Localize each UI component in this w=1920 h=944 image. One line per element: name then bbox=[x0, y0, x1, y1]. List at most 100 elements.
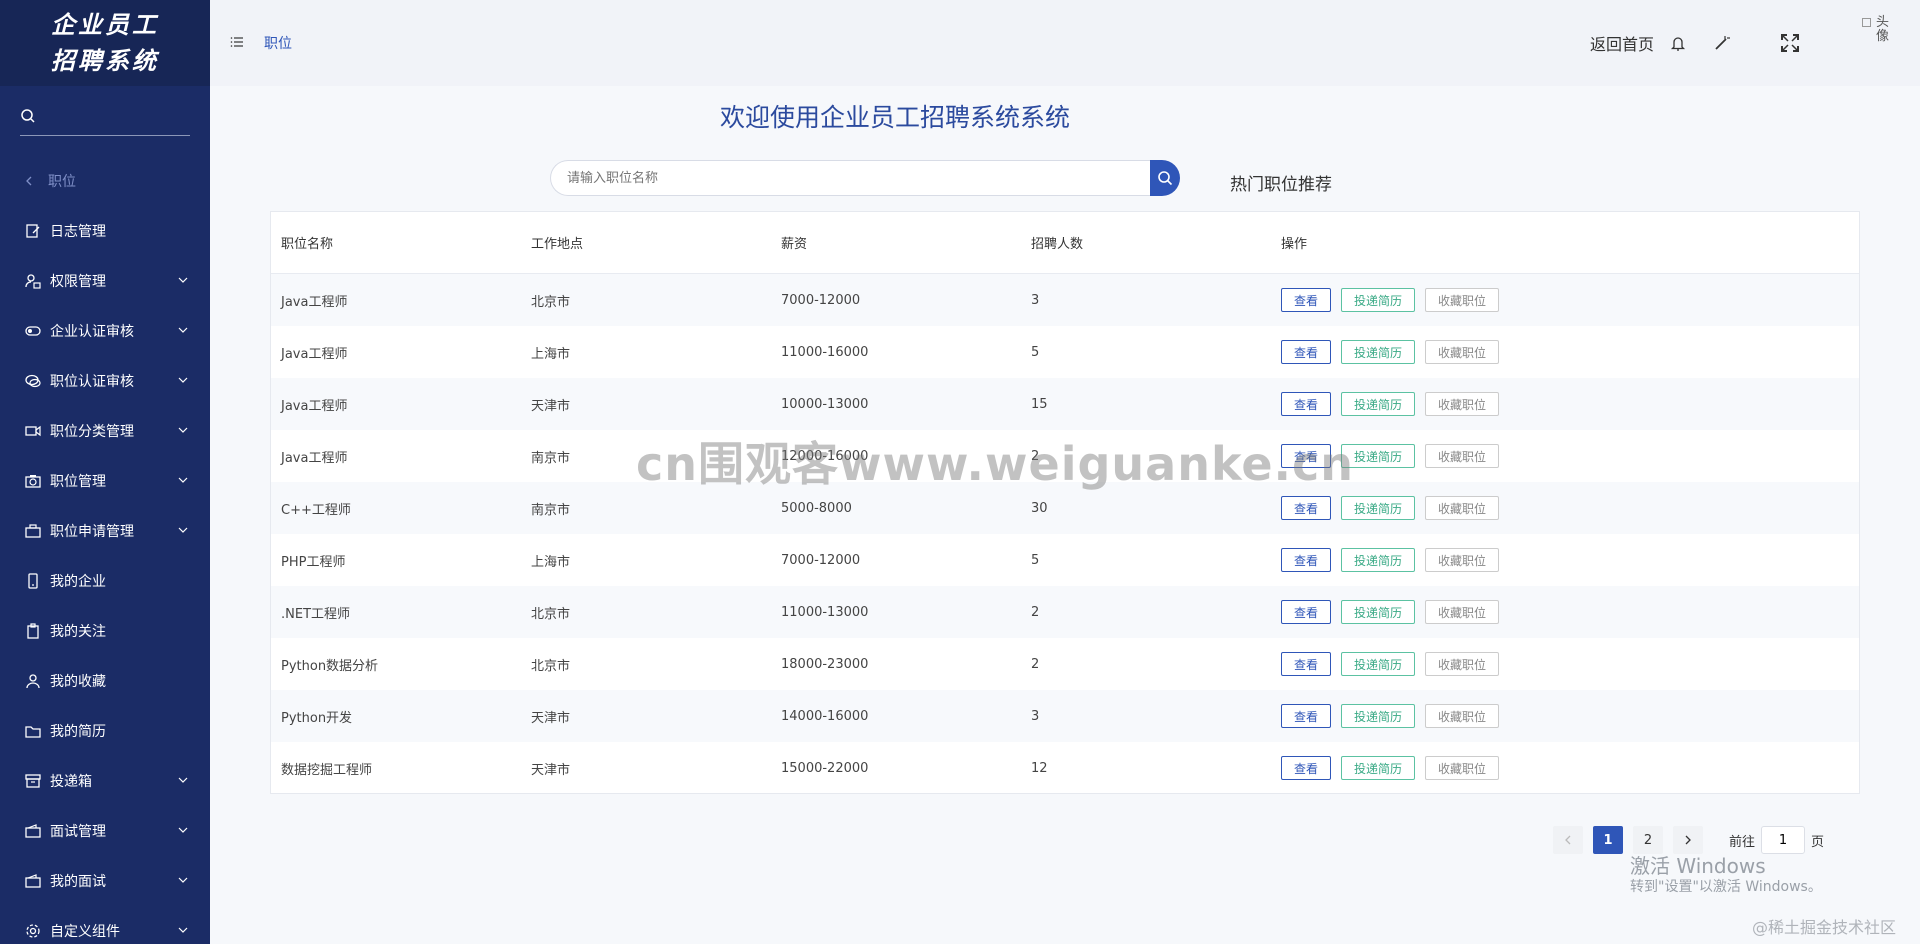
cell-salary: 15000-22000 bbox=[781, 760, 869, 776]
hamburger-icon[interactable] bbox=[210, 34, 244, 53]
favorite-button[interactable]: 收藏职位 bbox=[1425, 548, 1500, 572]
apply-resume-button[interactable]: 投递简历 bbox=[1341, 392, 1416, 416]
cell-salary: 10000-13000 bbox=[781, 396, 869, 412]
clipboard-icon bbox=[24, 622, 42, 640]
hot-positions-label[interactable]: 热门职位推荐 bbox=[1230, 170, 1332, 195]
favorite-button[interactable]: 收藏职位 bbox=[1425, 496, 1500, 520]
sidebar-item-label: 我的企业 bbox=[50, 574, 106, 590]
sidebar-item-my-enterprise[interactable]: 我的企业 bbox=[0, 556, 210, 606]
sidebar-item-outbox[interactable]: 投递箱 bbox=[0, 756, 210, 806]
apply-resume-button[interactable]: 投递简历 bbox=[1341, 652, 1416, 676]
search-button[interactable] bbox=[1150, 160, 1180, 196]
camera-icon bbox=[24, 472, 42, 490]
wallet-icon bbox=[24, 872, 42, 890]
broken-image-icon bbox=[1862, 18, 1871, 27]
favorite-button[interactable]: 收藏职位 bbox=[1425, 340, 1500, 364]
view-button[interactable]: 查看 bbox=[1281, 288, 1332, 312]
goto-page-input[interactable] bbox=[1761, 826, 1806, 854]
sidebar-item-category[interactable]: 职位分类管理 bbox=[0, 406, 210, 456]
apply-resume-button[interactable]: 投递简历 bbox=[1341, 548, 1416, 572]
view-button[interactable]: 查看 bbox=[1281, 756, 1332, 780]
cell-count: 3 bbox=[1031, 708, 1040, 724]
sidebar-item-my-resume[interactable]: 我的简历 bbox=[0, 706, 210, 756]
view-button[interactable]: 查看 bbox=[1281, 600, 1332, 624]
favorite-button[interactable]: 收藏职位 bbox=[1425, 652, 1500, 676]
view-button[interactable]: 查看 bbox=[1281, 340, 1332, 364]
cell-location: 北京市 bbox=[531, 658, 571, 674]
sidebar-item-my-favorite[interactable]: 我的收藏 bbox=[0, 656, 210, 706]
cell-name: Java工程师 bbox=[281, 398, 348, 414]
sidebar-item-interview-manage[interactable]: 面试管理 bbox=[0, 806, 210, 856]
sidebar-search[interactable] bbox=[20, 100, 190, 136]
page-button-1[interactable]: 1 bbox=[1593, 826, 1623, 854]
sidebar-item-label: 我的关注 bbox=[50, 624, 106, 640]
magic-wand-icon[interactable] bbox=[1712, 33, 1732, 53]
table-row: .NET工程师 北京市 11000-13000 2 查看 投递简历 收藏职位 bbox=[271, 586, 1859, 638]
sidebar-item-position[interactable]: 职位 bbox=[0, 156, 210, 206]
sidebar-item-position-manage[interactable]: 职位管理 bbox=[0, 456, 210, 506]
chevron-down-icon bbox=[178, 777, 188, 783]
cell-location: 天津市 bbox=[531, 762, 571, 778]
apply-resume-button[interactable]: 投递简历 bbox=[1341, 340, 1416, 364]
cell-name: PHP工程师 bbox=[281, 554, 346, 570]
fullscreen-icon[interactable] bbox=[1780, 33, 1800, 53]
sidebar-item-label: 职位认证审核 bbox=[50, 374, 134, 390]
cell-count: 12 bbox=[1031, 760, 1048, 776]
cell-salary: 18000-23000 bbox=[781, 656, 869, 672]
view-button[interactable]: 查看 bbox=[1281, 704, 1332, 728]
goto-label: 前往 bbox=[1729, 834, 1756, 850]
apply-resume-button[interactable]: 投递简历 bbox=[1341, 756, 1416, 780]
sidebar-item-label: 企业认证审核 bbox=[50, 324, 134, 340]
avatar[interactable]: 头像 bbox=[1862, 16, 1898, 52]
favorite-button[interactable]: 收藏职位 bbox=[1425, 704, 1500, 728]
cell-actions: 查看 投递简历 收藏职位 bbox=[1271, 392, 1859, 416]
cell-salary: 7000-12000 bbox=[781, 552, 861, 568]
apply-resume-button[interactable]: 投递简历 bbox=[1341, 704, 1416, 728]
back-home-link[interactable]: 返回首页 bbox=[1590, 31, 1654, 55]
favorite-button[interactable]: 收藏职位 bbox=[1425, 600, 1500, 624]
sidebar-item-position-audit[interactable]: 职位认证审核 bbox=[0, 356, 210, 406]
favorite-button[interactable]: 收藏职位 bbox=[1425, 288, 1500, 312]
sidebar-item-my-follow[interactable]: 我的关注 bbox=[0, 606, 210, 656]
sidebar-item-permission[interactable]: 权限管理 bbox=[0, 256, 210, 306]
column-header: 招聘人数 bbox=[1031, 237, 1084, 252]
favorite-button[interactable]: 收藏职位 bbox=[1425, 756, 1500, 780]
cell-actions: 查看 投递简历 收藏职位 bbox=[1271, 288, 1859, 312]
cell-actions: 查看 投递简历 收藏职位 bbox=[1271, 652, 1859, 676]
chevron-left-icon bbox=[24, 176, 38, 186]
chevron-down-icon bbox=[178, 877, 188, 883]
prev-page-button[interactable] bbox=[1553, 826, 1583, 854]
view-button[interactable]: 查看 bbox=[1281, 392, 1332, 416]
sidebar-item-label: 职位分类管理 bbox=[50, 424, 134, 440]
folder-icon bbox=[24, 722, 42, 740]
favorite-button[interactable]: 收藏职位 bbox=[1425, 392, 1500, 416]
favorite-button[interactable]: 收藏职位 bbox=[1425, 444, 1500, 468]
cell-count: 2 bbox=[1031, 604, 1040, 620]
table-row: Java工程师 北京市 7000-12000 3 查看 投递简历 收藏职位 bbox=[271, 274, 1859, 326]
sidebar-item-enterprise-audit[interactable]: 企业认证审核 bbox=[0, 306, 210, 356]
sidebar-item-application[interactable]: 职位申请管理 bbox=[0, 506, 210, 556]
sidebar-item-custom-component[interactable]: 自定义组件 bbox=[0, 906, 210, 944]
apply-resume-button[interactable]: 投递简历 bbox=[1341, 600, 1416, 624]
bell-icon[interactable] bbox=[1668, 33, 1688, 53]
windows-activation-hint: 转到"设置"以激活 Windows。 bbox=[1630, 879, 1822, 895]
cell-actions: 查看 投递简历 收藏职位 bbox=[1271, 756, 1859, 780]
sidebar-item-my-interview[interactable]: 我的面试 bbox=[0, 856, 210, 906]
cell-name: Java工程师 bbox=[281, 346, 348, 362]
view-button[interactable]: 查看 bbox=[1281, 652, 1332, 676]
apply-resume-button[interactable]: 投递简历 bbox=[1341, 496, 1416, 520]
view-button[interactable]: 查看 bbox=[1281, 496, 1332, 520]
edit-icon bbox=[24, 222, 42, 240]
cell-salary: 7000-12000 bbox=[781, 292, 861, 308]
sidebar-item-log[interactable]: 日志管理 bbox=[0, 206, 210, 256]
apply-resume-button[interactable]: 投递简历 bbox=[1341, 288, 1416, 312]
search-input[interactable] bbox=[550, 160, 1150, 196]
table-row: PHP工程师 上海市 7000-12000 5 查看 投递简历 收藏职位 bbox=[271, 534, 1859, 586]
cell-name: .NET工程师 bbox=[281, 606, 351, 622]
chevron-right-icon bbox=[1685, 835, 1691, 845]
chevron-down-icon bbox=[178, 327, 188, 333]
breadcrumb[interactable]: 职位 bbox=[264, 33, 292, 53]
cell-location: 南京市 bbox=[531, 502, 571, 518]
view-button[interactable]: 查看 bbox=[1281, 548, 1332, 572]
cell-actions: 查看 投递简历 收藏职位 bbox=[1271, 600, 1859, 624]
